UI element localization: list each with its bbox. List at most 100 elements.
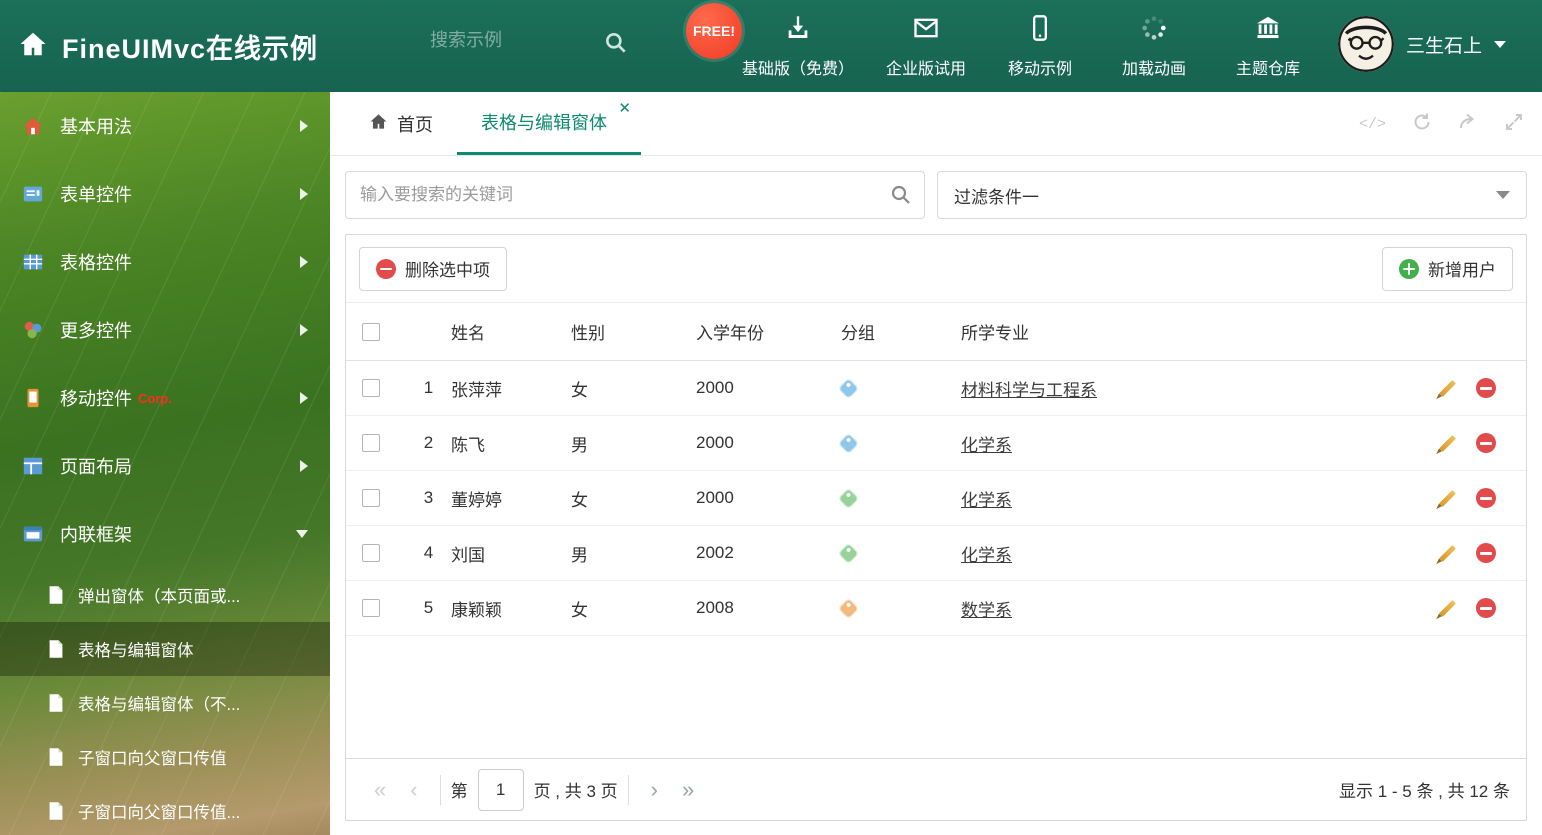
tag-icon[interactable] — [837, 487, 860, 509]
select-all-checkbox[interactable] — [362, 322, 380, 341]
sidebar-item-more-controls[interactable]: 更多控件 — [0, 296, 330, 364]
first-page-button[interactable]: « — [362, 777, 398, 803]
bank-icon — [1254, 14, 1282, 47]
major-link[interactable]: 化学系 — [961, 431, 1012, 456]
sidebar-item-form-controls[interactable]: 表单控件 — [0, 160, 330, 228]
tag-icon[interactable] — [837, 432, 860, 454]
major-link[interactable]: 材料科学与工程系 — [961, 376, 1097, 401]
column-header-name[interactable]: 姓名 — [451, 319, 571, 344]
tag-icon[interactable] — [837, 377, 860, 399]
nav-item-label: 企业版试用 — [886, 61, 967, 78]
nav-item-mobile-demo[interactable]: 移动示例 — [998, 14, 1082, 79]
delete-icon[interactable] — [1476, 488, 1496, 508]
filter-select[interactable]: 过滤条件一 — [937, 171, 1527, 219]
chevron-down-icon — [296, 530, 308, 538]
row-checkbox[interactable] — [362, 434, 380, 452]
avatar — [1337, 16, 1394, 72]
file-icon — [48, 747, 64, 767]
add-button-label: 新增用户 — [1428, 261, 1496, 280]
sidebar-subitem-child-to-parent[interactable]: 子窗口向父窗口传值 — [0, 730, 330, 784]
tab-label: 表格与编辑窗体 — [481, 113, 607, 133]
tag-icon[interactable] — [837, 542, 860, 564]
sidebar-subitem-grid-edit-window-2[interactable]: 表格与编辑窗体（不... — [0, 676, 330, 730]
last-page-button[interactable]: » — [670, 777, 706, 803]
sidebar-subitem-label: 弹出窗体（本页面或... — [78, 588, 241, 606]
tab-home[interactable]: 首页 — [345, 92, 457, 155]
refresh-icon[interactable] — [1412, 112, 1432, 137]
sidebar-item-label: 更多控件 — [60, 321, 132, 341]
nav-item-label: 移动示例 — [1008, 61, 1073, 78]
major-link[interactable]: 数学系 — [961, 596, 1012, 621]
nav-item-basic-version[interactable]: 基础版（免费） — [742, 14, 854, 79]
row-number: 5 — [423, 598, 434, 617]
major-link[interactable]: 化学系 — [961, 486, 1012, 511]
expand-icon[interactable] — [1504, 112, 1524, 137]
column-header-gender[interactable]: 性别 — [571, 319, 696, 344]
sidebar-subitem-grid-edit-window[interactable]: 表格与编辑窗体 — [0, 622, 330, 676]
app-window: FineUIMvc在线示例 FREE! 基础版（免费） 企业版试用 移动示例 — [0, 0, 1542, 835]
nav-item-label: 加载动画 — [1122, 61, 1187, 78]
edit-icon[interactable] — [1439, 434, 1456, 452]
chevron-right-icon — [300, 188, 308, 200]
tag-icon[interactable] — [837, 597, 860, 619]
nav-item-theme-store[interactable]: 主题仓库 — [1226, 14, 1310, 79]
row-checkbox[interactable] — [362, 379, 380, 397]
nav-item-enterprise-trial[interactable]: 企业版试用 — [884, 14, 968, 79]
gender-cell: 男 — [571, 435, 588, 455]
home-icon[interactable] — [18, 29, 48, 64]
app-title: FineUIMvc在线示例 — [62, 33, 319, 64]
column-header-year[interactable]: 入学年份 — [696, 319, 841, 344]
column-header-group[interactable]: 分组 — [841, 319, 961, 344]
search-icon[interactable] — [889, 183, 913, 212]
sidebar-item-label: 表单控件 — [60, 185, 132, 205]
row-checkbox[interactable] — [362, 544, 380, 562]
year-cell: 2002 — [696, 543, 734, 562]
prev-page-button[interactable]: ‹ — [398, 777, 429, 803]
sidebar-item-iframe[interactable]: 内联框架 — [0, 500, 330, 568]
table-empty-area — [346, 636, 1526, 758]
delete-icon[interactable] — [1476, 433, 1496, 453]
close-tab-icon[interactable]: ✕ — [618, 101, 631, 116]
sidebar-subitem-child-to-parent-2[interactable]: 子窗口向父窗口传值... — [0, 784, 330, 835]
delete-icon[interactable] — [1476, 378, 1496, 398]
edit-icon[interactable] — [1439, 599, 1456, 617]
delete-icon[interactable] — [1476, 598, 1496, 618]
user-menu[interactable]: 三生石上 — [1337, 16, 1506, 72]
sidebar-item-page-layout[interactable]: 页面布局 — [0, 432, 330, 500]
delete-selected-button[interactable]: 删除选中项 — [359, 246, 507, 291]
pagination-bar: « ‹ 第 页 , 共 3 页 › » 显示 1 - 5 条 , 共 12 条 — [346, 758, 1526, 820]
nav-item-loading-animation[interactable]: 加载动画 — [1112, 14, 1196, 79]
edit-icon[interactable] — [1439, 489, 1456, 507]
share-icon[interactable] — [1458, 112, 1478, 137]
spinner-icon — [1140, 14, 1168, 47]
file-icon — [48, 585, 64, 605]
major-link[interactable]: 化学系 — [961, 541, 1012, 566]
sidebar-item-label: 表格控件 — [60, 253, 132, 273]
year-cell: 2000 — [696, 378, 734, 397]
keyword-search-input[interactable] — [345, 171, 925, 219]
corp-badge: Corp. — [138, 390, 172, 406]
tab-grid-edit-window[interactable]: 表格与编辑窗体 ✕ — [457, 92, 641, 155]
next-page-button[interactable]: › — [639, 777, 670, 803]
edit-icon[interactable] — [1439, 379, 1456, 397]
sidebar-subitem-popup-window[interactable]: 弹出窗体（本页面或... — [0, 568, 330, 622]
code-icon[interactable]: </> — [1359, 116, 1386, 133]
grid-toolbar: 删除选中项 新增用户 — [346, 235, 1526, 303]
filter-row: 过滤条件一 — [345, 171, 1527, 219]
sidebar-item-grid-controls[interactable]: 表格控件 — [0, 228, 330, 296]
header-search-input[interactable] — [430, 30, 595, 51]
chevron-down-icon — [1496, 191, 1510, 199]
table-row: 3 董婷婷 女 2000 化学系 — [346, 471, 1526, 526]
search-icon[interactable] — [603, 30, 629, 61]
iframe-icon — [22, 523, 44, 545]
plus-icon — [1399, 258, 1419, 279]
page-input[interactable] — [477, 768, 524, 811]
sidebar-item-basic-usage[interactable]: 基本用法 — [0, 92, 330, 160]
sidebar-item-mobile-controls[interactable]: 移动控件 Corp. — [0, 364, 330, 432]
row-checkbox[interactable] — [362, 489, 380, 507]
delete-icon[interactable] — [1476, 543, 1496, 563]
column-header-major[interactable]: 所学专业 — [961, 319, 1416, 344]
row-checkbox[interactable] — [362, 599, 380, 617]
edit-icon[interactable] — [1439, 544, 1456, 562]
add-user-button[interactable]: 新增用户 — [1382, 246, 1513, 291]
